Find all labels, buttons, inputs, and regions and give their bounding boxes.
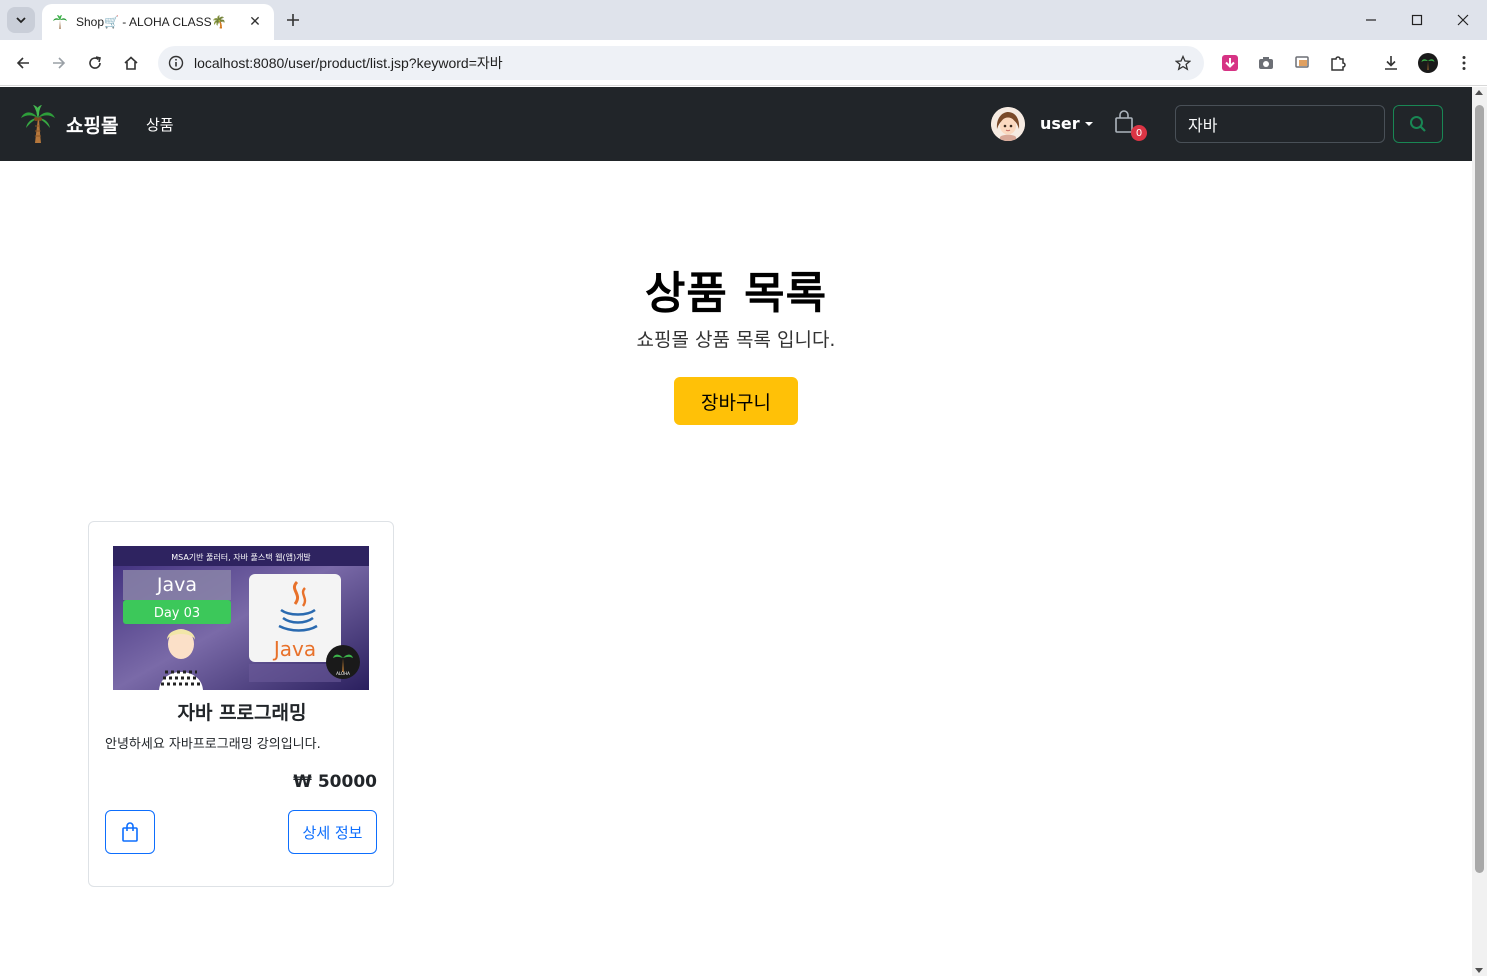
search-icon: [1410, 116, 1426, 132]
maximize-icon: [1411, 14, 1423, 26]
product-thumbnail[interactable]: MSA기반 풀러터, 자바 풀스택 웹(앱)개발 Java Day 03 Jav…: [113, 546, 369, 690]
search-input[interactable]: [1175, 105, 1385, 143]
tab-close-icon[interactable]: ✕: [246, 13, 264, 31]
tab-title: Shop🛒 - ALOHA CLASS🌴: [76, 15, 227, 29]
palm-tree-logo-icon: [21, 105, 55, 143]
page-title: 상품 목록: [644, 268, 828, 319]
page-scrollbar[interactable]: [1472, 87, 1487, 976]
product-detail-button[interactable]: 상세 정보: [288, 810, 377, 854]
minimize-button[interactable]: [1356, 6, 1386, 34]
user-name: user: [1040, 114, 1080, 133]
brand-name: 쇼핑몰: [66, 114, 119, 137]
cart-count-badge: 0: [1131, 125, 1147, 141]
badge-text: ALOHA: [336, 671, 350, 676]
extensions-puzzle-icon[interactable]: [1327, 52, 1349, 74]
brand-link[interactable]: 쇼핑몰: [20, 104, 118, 144]
user-avatar-icon: [991, 107, 1025, 141]
product-card: MSA기반 풀러터, 자바 풀스택 웹(앱)개발 Java Day 03 Jav…: [88, 521, 394, 887]
banner-text: MSA기반 풀러터, 자바 풀스택 웹(앱)개발: [171, 552, 311, 562]
url-text[interactable]: localhost:8080/user/product/list.jsp?key…: [194, 53, 1170, 73]
day-text: Day 03: [154, 606, 200, 621]
java-logo-text: Java: [272, 637, 316, 661]
address-bar[interactable]: localhost:8080/user/product/list.jsp?key…: [158, 46, 1204, 80]
browser-tabstrip: Shop🛒 - ALOHA CLASS🌴 ✕: [0, 0, 1487, 40]
add-to-cart-button[interactable]: [105, 810, 155, 854]
site-navbar: 쇼핑몰 상품 user 0: [0, 87, 1472, 161]
user-avatar[interactable]: [991, 107, 1025, 141]
home-button[interactable]: [117, 49, 145, 77]
back-button[interactable]: [9, 49, 37, 77]
downloads-icon[interactable]: [1380, 52, 1402, 74]
tab-search-button[interactable]: [7, 7, 35, 33]
product-description: 안녕하세요 자바프로그래밍 강의입니다.: [105, 737, 321, 752]
arrow-right-icon: [53, 57, 66, 69]
caret-down-icon: [1084, 121, 1093, 126]
nav-link-products[interactable]: 상품: [146, 114, 174, 135]
home-icon: [124, 56, 138, 70]
arrow-left-icon: [16, 57, 29, 69]
search-button[interactable]: [1393, 105, 1443, 143]
browser-tab-active[interactable]: Shop🛒 - ALOHA CLASS🌴 ✕: [42, 4, 274, 40]
browser-menu-icon[interactable]: [1453, 52, 1475, 74]
forward-button[interactable]: [45, 49, 73, 77]
cast-icon[interactable]: [1291, 52, 1313, 74]
camera-icon[interactable]: [1255, 52, 1277, 74]
new-tab-button[interactable]: [282, 9, 304, 31]
product-title: 자바 프로그래밍: [177, 702, 307, 724]
palm-tree-icon: [53, 15, 67, 29]
bookmark-star-icon[interactable]: [1170, 50, 1196, 76]
site-info-icon[interactable]: [166, 53, 186, 73]
download-extension-icon[interactable]: [1219, 52, 1241, 74]
user-dropdown[interactable]: user: [1040, 114, 1093, 133]
scroll-thumb[interactable]: [1475, 105, 1484, 873]
scroll-up-arrow-icon[interactable]: [1475, 90, 1483, 95]
reload-icon: [89, 56, 101, 69]
profile-avatar-icon[interactable]: [1417, 52, 1439, 74]
product-image: MSA기반 풀러터, 자바 풀스택 웹(앱)개발 Java Day 03 Jav…: [113, 546, 369, 690]
shopping-bag-icon: [122, 822, 138, 842]
cart-button[interactable]: 장바구니: [674, 377, 798, 425]
scroll-down-arrow-icon[interactable]: [1475, 968, 1483, 973]
close-icon: [1457, 14, 1469, 26]
chevron-down-icon: [16, 17, 26, 24]
page-subtitle: 쇼핑몰 상품 목록 입니다.: [636, 329, 836, 351]
page-viewport: 쇼핑몰 상품 user 0 상품 목록: [0, 87, 1472, 976]
close-window-button[interactable]: [1448, 6, 1478, 34]
maximize-button[interactable]: [1402, 6, 1432, 34]
product-price: ₩ 50000: [293, 772, 377, 792]
reload-button[interactable]: [81, 49, 109, 77]
plus-icon: [287, 14, 299, 26]
minimize-icon: [1366, 19, 1376, 21]
browser-toolbar: localhost:8080/user/product/list.jsp?key…: [0, 40, 1487, 86]
course-name-text: Java: [156, 574, 197, 596]
